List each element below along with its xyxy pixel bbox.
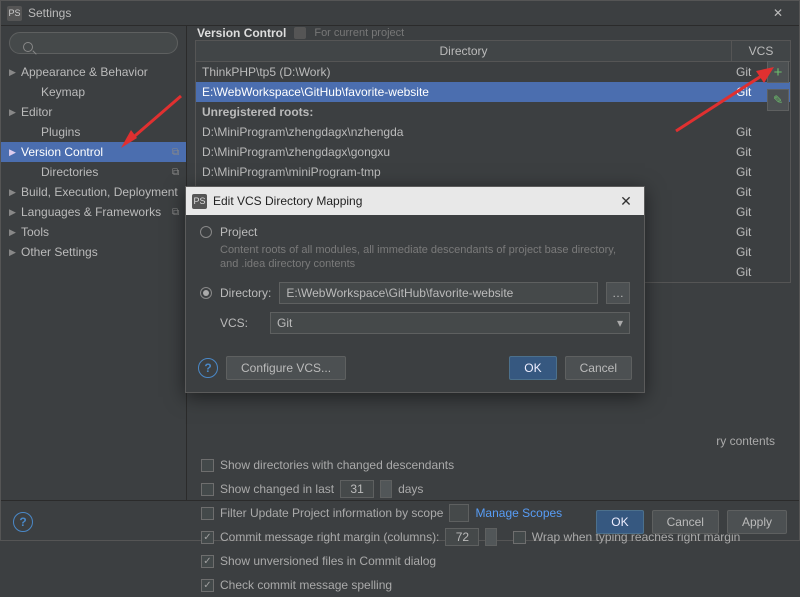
margin-input[interactable]: 72 <box>445 528 479 546</box>
col-vcs[interactable]: VCS <box>732 41 790 61</box>
table-row[interactable]: E:\WebWorkspace\GitHub\favorite-websiteG… <box>196 82 790 102</box>
label-vcs: VCS: <box>220 316 262 330</box>
browse-button[interactable]: … <box>606 282 630 304</box>
radio-directory[interactable] <box>200 287 212 299</box>
scope-combo[interactable] <box>449 504 469 522</box>
project-tag-icon: ⧉ <box>172 147 186 158</box>
col-directory[interactable]: Directory <box>196 41 732 61</box>
project-hint: Content roots of all modules, all immedi… <box>220 243 630 272</box>
margin-spinner[interactable] <box>485 528 497 546</box>
sidebar-item-editor[interactable]: ▶Editor <box>1 102 186 122</box>
table-row[interactable]: D:\MiniProgram\zhengdagx\nzhengdaGit <box>196 122 790 142</box>
label-check-spelling: Check commit message spelling <box>220 578 392 592</box>
checkbox-show-dirs[interactable] <box>201 459 214 472</box>
dialog-help-button[interactable]: ? <box>198 358 218 378</box>
manage-scopes-link[interactable]: Manage Scopes <box>475 506 562 520</box>
checkbox-commit-margin[interactable] <box>201 531 214 544</box>
app-icon: PS <box>192 194 207 209</box>
checkbox-filter-update[interactable] <box>201 507 214 520</box>
label-project: Project <box>220 225 257 239</box>
window-title: Settings <box>28 6 763 20</box>
sidebar-item-build[interactable]: ▶Build, Execution, Deployment <box>1 182 186 202</box>
project-tag-icon <box>294 27 306 39</box>
table-row[interactable]: D:\MiniProgram\zhengdagx\gongxuGit <box>196 142 790 162</box>
days-input[interactable]: 31 <box>340 480 374 498</box>
ok-button[interactable]: OK <box>596 510 643 534</box>
configure-vcs-button[interactable]: Configure VCS... <box>226 356 346 380</box>
checkbox-wrap-typing[interactable] <box>513 531 526 544</box>
sidebar-item-appearance[interactable]: ▶Appearance & Behavior <box>1 62 186 82</box>
titlebar: PS Settings ✕ <box>1 1 799 26</box>
label-show-dirs: Show directories with changed descendant… <box>220 458 454 472</box>
sidebar-item-other[interactable]: ▶Other Settings <box>1 242 186 262</box>
vcs-side-buttons: + ✎ <box>767 61 789 111</box>
label-filter-update: Filter Update Project information by sco… <box>220 506 443 520</box>
sidebar-item-plugins[interactable]: Plugins <box>1 122 186 142</box>
search-box <box>9 32 178 54</box>
checkbox-check-spelling[interactable] <box>201 579 214 592</box>
label-directory: Directory: <box>220 286 271 300</box>
apply-button[interactable]: Apply <box>727 510 787 534</box>
plus-icon: + <box>774 64 783 81</box>
vcs-combo[interactable]: Git <box>270 312 630 334</box>
project-tag-icon: ⧉ <box>172 167 186 178</box>
dialog-ok-button[interactable]: OK <box>509 356 556 380</box>
label-show-changed-last: Show changed in last <box>220 482 334 496</box>
add-mapping-button[interactable]: + <box>767 61 789 83</box>
project-tag-icon: ⧉ <box>172 207 186 218</box>
label-days: days <box>398 482 423 496</box>
label-show-unversioned: Show unversioned files in Commit dialog <box>220 554 436 568</box>
page-subtitle: For current project <box>314 27 404 39</box>
pencil-icon: ✎ <box>773 93 783 107</box>
table-row[interactable]: D:\MiniProgram\miniProgram-tmpGit <box>196 162 790 182</box>
breadcrumb: Version Control For current project <box>187 26 799 40</box>
help-button[interactable]: ? <box>13 512 33 532</box>
sidebar-item-version-control[interactable]: ▶Version Control⧉ <box>1 142 186 162</box>
cancel-button[interactable]: Cancel <box>652 510 719 534</box>
label-commit-margin: Commit message right margin (columns): <box>220 530 439 544</box>
settings-sidebar: ▶Appearance & Behavior Keymap ▶Editor Pl… <box>1 26 187 500</box>
settings-window: PS Settings ✕ ▶Appearance & Behavior Key… <box>0 0 800 541</box>
sidebar-item-keymap[interactable]: Keymap <box>1 82 186 102</box>
table-row[interactable]: ThinkPHP\tp5 (D:\Work)Git <box>196 62 790 82</box>
radio-project[interactable] <box>200 226 212 238</box>
sidebar-item-tools[interactable]: ▶Tools <box>1 222 186 242</box>
directory-input[interactable]: E:\WebWorkspace\GitHub\favorite-website <box>279 282 598 304</box>
radio-project-row[interactable]: Project <box>200 225 630 239</box>
edit-mapping-button[interactable]: ✎ <box>767 89 789 111</box>
edit-vcs-dialog: PS Edit VCS Directory Mapping ✕ Project … <box>185 186 645 393</box>
vcs-table-header: Directory VCS <box>195 40 791 62</box>
search-icon <box>23 42 33 52</box>
dir-contents-hint: ry contents <box>716 434 775 448</box>
sidebar-item-directories[interactable]: Directories⧉ <box>1 162 186 182</box>
dialog-titlebar: PS Edit VCS Directory Mapping ✕ <box>186 187 644 215</box>
settings-tree: ▶Appearance & Behavior Keymap ▶Editor Pl… <box>1 60 186 262</box>
days-spinner[interactable] <box>380 480 392 498</box>
checkbox-show-changed-last[interactable] <box>201 483 214 496</box>
page-title: Version Control <box>197 26 286 40</box>
table-row: Unregistered roots: <box>196 102 790 122</box>
checkbox-show-unversioned[interactable] <box>201 555 214 568</box>
dialog-title: Edit VCS Directory Mapping <box>213 194 614 208</box>
close-icon[interactable]: ✕ <box>614 193 638 210</box>
sidebar-item-languages[interactable]: ▶Languages & Frameworks⧉ <box>1 202 186 222</box>
close-icon[interactable]: ✕ <box>763 6 793 20</box>
dialog-footer: ? Configure VCS... OK Cancel <box>186 348 644 392</box>
dialog-cancel-button[interactable]: Cancel <box>565 356 632 380</box>
app-icon: PS <box>7 6 22 21</box>
